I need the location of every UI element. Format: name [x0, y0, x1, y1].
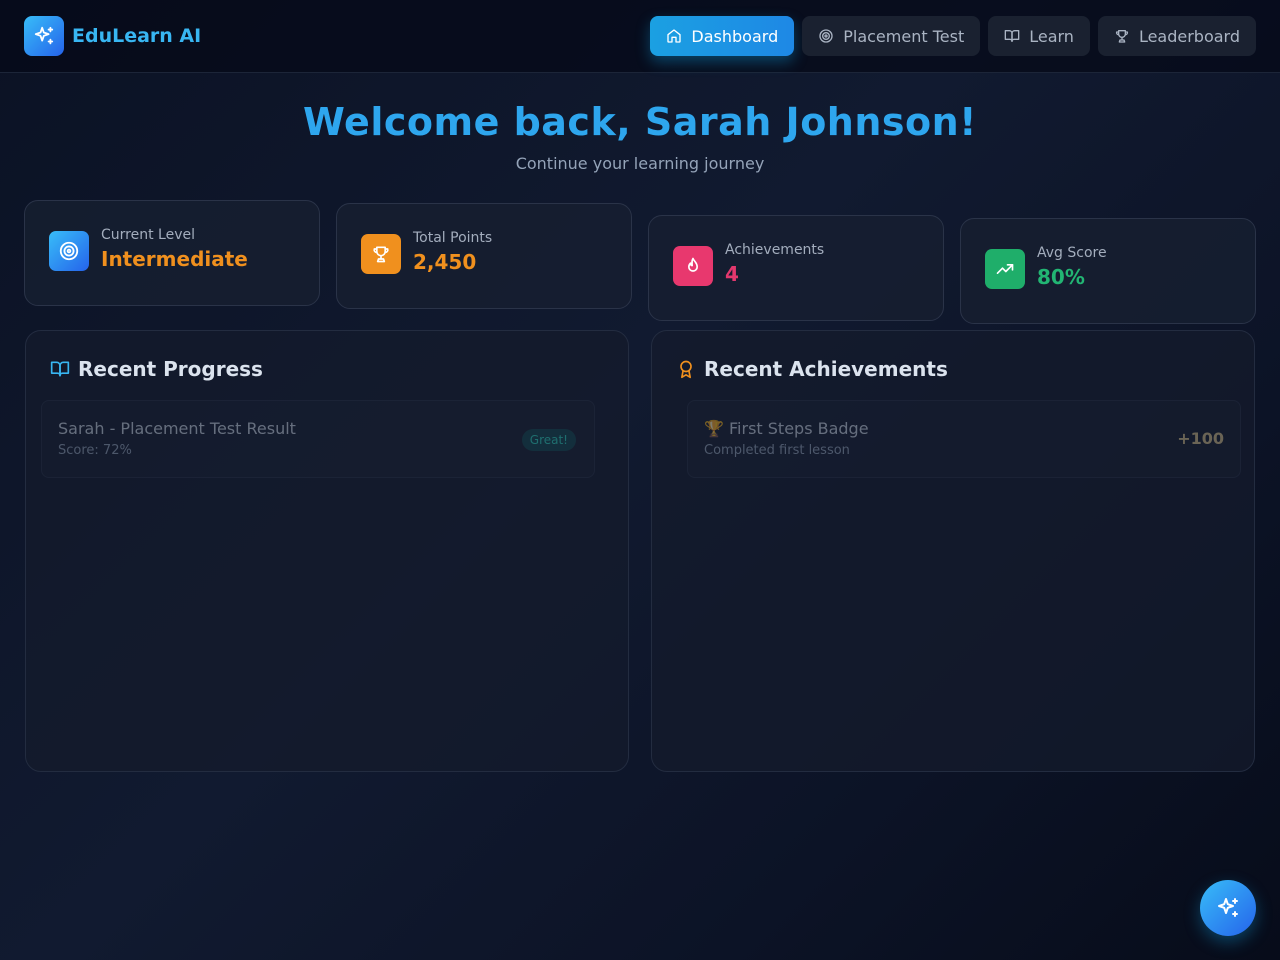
- stat-label: Current Level: [101, 227, 195, 243]
- stat-card-total-points: Total Points 2,450: [336, 203, 632, 309]
- target-icon: [819, 29, 833, 43]
- recent-achievements-panel: Recent Achievements 🏆 First Steps Badge …: [651, 330, 1255, 772]
- award-icon: [680, 360, 692, 379]
- stat-card-avg-score: Avg Score 80%: [960, 218, 1256, 324]
- trophy-icon: [1115, 30, 1129, 43]
- stat-card-current-level: Current Level Intermediate: [24, 200, 320, 306]
- panel-title: Recent Achievements: [704, 357, 948, 381]
- nav-learn-label: Learn: [1029, 26, 1074, 46]
- book-open-icon: [50, 361, 70, 377]
- stat-card-achievements: Achievements 4: [648, 215, 944, 321]
- nav-placement-test-button[interactable]: Placement Test: [802, 16, 981, 56]
- nav-placement-test-label: Placement Test: [843, 26, 965, 46]
- stat-value: 2,450: [413, 250, 477, 274]
- panel-header: Recent Achievements: [676, 357, 948, 381]
- progress-item-score: Score: 72%: [58, 443, 132, 458]
- stat-label: Avg Score: [1037, 245, 1107, 261]
- stat-label: Total Points: [413, 230, 493, 246]
- brand-name: EduLearn AI: [72, 25, 202, 47]
- welcome-title: Welcome back, Sarah Johnson!: [302, 100, 978, 144]
- progress-item-title: Sarah - Placement Test Result: [58, 419, 296, 438]
- welcome-subtitle: Continue your learning journey: [515, 154, 765, 173]
- status-badge: Great!: [521, 429, 576, 451]
- achievement-points: +100: [1177, 429, 1224, 448]
- nav-leaderboard-button[interactable]: Leaderboard: [1097, 16, 1256, 56]
- nav-dashboard-label: Dashboard: [691, 26, 779, 46]
- trending-up-icon: [985, 249, 1025, 289]
- stat-value: 4: [725, 262, 739, 286]
- panel-title: Recent Progress: [78, 357, 263, 381]
- sparkles-icon: [24, 16, 64, 56]
- book-icon: [1004, 30, 1020, 42]
- target-icon: [49, 231, 89, 271]
- progress-list-item[interactable]: Sarah - Placement Test Result Score: 72%…: [41, 400, 595, 478]
- ai-assistant-button[interactable]: [1200, 880, 1256, 936]
- nav-leaderboard-label: Leaderboard: [1138, 26, 1240, 46]
- nav-learn-button[interactable]: Learn: [988, 16, 1090, 56]
- achievement-list-item[interactable]: 🏆 First Steps Badge Completed first less…: [687, 400, 1241, 478]
- home-icon: [667, 29, 682, 43]
- nav-dashboard-button[interactable]: Dashboard: [650, 16, 795, 56]
- stat-value: Intermediate: [101, 247, 248, 271]
- flame-icon: [673, 246, 713, 286]
- achievement-item-description: Completed first lesson: [704, 443, 850, 458]
- stat-value: 80%: [1037, 265, 1085, 289]
- sparkles-icon: [1218, 898, 1238, 917]
- trophy-icon: [361, 234, 401, 274]
- stat-label: Achievements: [725, 242, 825, 258]
- recent-progress-panel: Recent Progress Sarah - Placement Test R…: [25, 330, 629, 772]
- achievement-item-title: 🏆 First Steps Badge: [704, 419, 869, 438]
- top-navigation-bar: EduLearn AI Dashboard Placement Test Lea…: [0, 0, 1280, 73]
- panel-header: Recent Progress: [50, 357, 263, 381]
- brand[interactable]: EduLearn AI: [24, 16, 201, 56]
- main-nav: Dashboard Placement Test Learn Leaderboa…: [650, 16, 1256, 56]
